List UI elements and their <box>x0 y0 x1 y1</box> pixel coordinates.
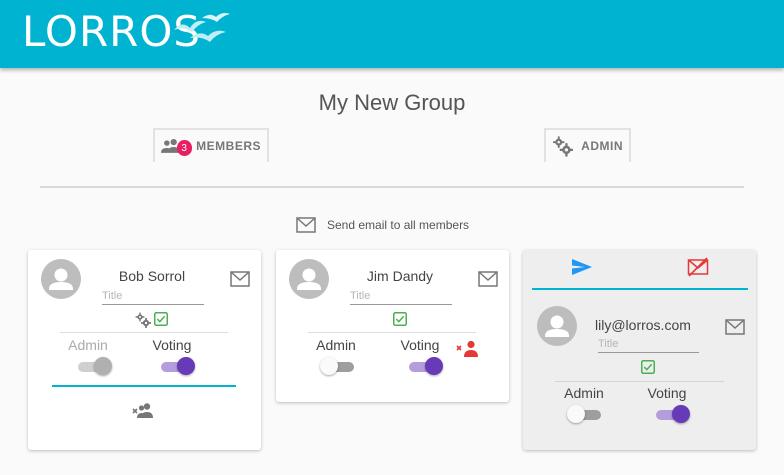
voting-label: Voting <box>152 337 192 353</box>
avatar <box>289 259 329 299</box>
tab-members-label: MEMBERS <box>196 139 261 153</box>
logo[interactable]: LORROS <box>22 6 230 56</box>
tab-admin[interactable]: ADMIN <box>544 128 631 162</box>
member-email: lily@lorros.com <box>595 317 691 333</box>
mail-icon[interactable] <box>230 271 250 287</box>
voting-label: Voting <box>400 337 440 353</box>
voting-toggle[interactable] <box>654 405 690 425</box>
admin-toggle[interactable] <box>76 357 112 377</box>
avatar <box>41 259 81 299</box>
send-icon[interactable] <box>571 258 593 276</box>
card-accent-line <box>52 385 236 387</box>
checkbox-checked-icon[interactable] <box>154 312 168 326</box>
admin-toggle[interactable] <box>320 357 356 377</box>
person-silhouette-icon <box>297 268 321 290</box>
remove-member-icon[interactable] <box>456 340 480 358</box>
divider <box>308 332 476 333</box>
card-accent-line <box>532 288 748 290</box>
divider <box>555 381 724 382</box>
mail-icon[interactable] <box>478 271 498 287</box>
title-input[interactable] <box>102 288 204 305</box>
admin-gears-icon <box>135 312 151 328</box>
checkbox-checked-icon[interactable] <box>641 360 655 374</box>
admin-toggle[interactable] <box>567 405 603 425</box>
pending-member-card: lily@lorros.com Admin Voting <box>523 250 756 450</box>
person-silhouette-icon <box>545 315 569 337</box>
app-header: LORROS <box>0 0 784 68</box>
mail-icon <box>296 217 316 233</box>
divider <box>60 332 228 333</box>
member-name: Jim Dandy <box>366 268 434 284</box>
person-silhouette-icon <box>49 268 73 290</box>
admin-label: Admin <box>68 337 108 353</box>
mail-icon[interactable] <box>725 319 745 335</box>
checkbox-checked-icon[interactable] <box>393 312 407 326</box>
admin-label: Admin <box>316 337 356 353</box>
title-input[interactable] <box>350 288 452 305</box>
cancel-invite-mail-icon[interactable] <box>687 257 709 277</box>
title-input[interactable] <box>598 336 699 353</box>
voting-toggle[interactable] <box>407 357 443 377</box>
email-all-label: Send email to all members <box>327 218 470 232</box>
tab-members[interactable]: 3 MEMBERS <box>153 128 269 162</box>
avatar <box>537 306 577 346</box>
birds-icon <box>174 13 230 42</box>
members-count-badge: 3 <box>176 140 193 156</box>
member-card: Bob Sorrol Admin Voting <box>28 250 261 450</box>
email-all-members-button[interactable]: Send email to all members <box>296 217 469 233</box>
gears-icon <box>552 136 574 157</box>
remove-member-icon[interactable] <box>132 402 156 420</box>
tab-divider <box>40 186 744 188</box>
page-title: My New Group <box>318 90 466 115</box>
member-name: Bob Sorrol <box>118 268 186 284</box>
tab-admin-label: ADMIN <box>581 139 623 153</box>
member-card: Jim Dandy Admin Voting <box>276 250 509 402</box>
voting-toggle[interactable] <box>159 357 195 377</box>
admin-label: Admin <box>564 385 604 401</box>
voting-label: Voting <box>647 385 687 401</box>
